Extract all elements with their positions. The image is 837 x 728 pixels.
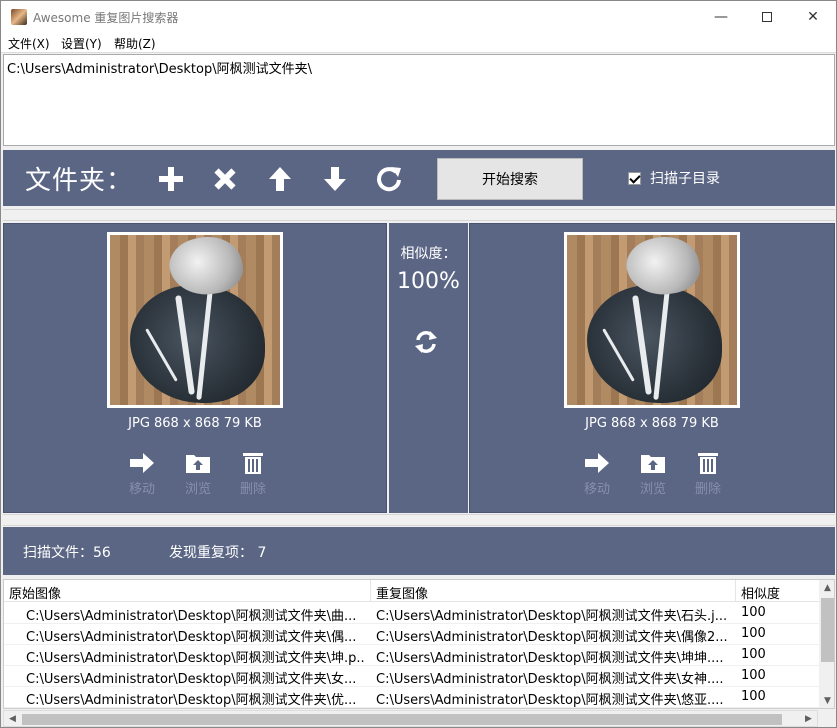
menu-settings[interactable]: 设置(Y) (61, 35, 102, 52)
refresh-icon[interactable] (374, 164, 404, 194)
column-header-duplicate[interactable]: 重复图像 (371, 580, 736, 602)
table-row[interactable]: C:\Users\Administrator\Desktop\阿枫测试文件夹\偶… (4, 624, 819, 645)
scroll-left-arrow-icon[interactable]: ◀ (4, 711, 21, 728)
rock-photo (567, 235, 737, 405)
duplicate-path-cell: C:\Users\Administrator\Desktop\阿枫测试文件夹\偶… (376, 630, 728, 645)
original-path-cell: C:\Users\Administrator\Desktop\阿枫测试文件夹\曲… (26, 609, 357, 624)
move-down-icon[interactable] (320, 164, 350, 194)
minimize-button[interactable]: — (698, 1, 744, 33)
original-path-cell: C:\Users\Administrator\Desktop\阿枫测试文件夹\女… (26, 672, 357, 687)
rock-photo (110, 235, 280, 405)
table-row[interactable]: C:\Users\Administrator\Desktop\阿枫测试文件夹\优… (4, 687, 819, 708)
similarity-cell: 100 (741, 647, 766, 662)
title-bar[interactable]: Awesome 重复图片搜索器 — ✕ (1, 1, 836, 33)
swap-icon[interactable] (413, 329, 439, 355)
results-table: 原始图像 重复图像 相似度 C:\Users\Administrator\Des… (3, 579, 835, 709)
similarity-cell: 100 (741, 668, 766, 683)
browse-label: 浏览 (639, 482, 666, 497)
start-search-button[interactable]: 开始搜索 (437, 158, 583, 200)
scroll-up-arrow-icon[interactable]: ▲ (819, 580, 834, 597)
scroll-down-arrow-icon[interactable]: ▼ (819, 693, 834, 708)
app-icon (11, 9, 27, 25)
window-title: Awesome 重复图片搜索器 (33, 11, 179, 25)
menu-help[interactable]: 帮助(Z) (114, 35, 156, 52)
similarity-cell: 100 (741, 689, 766, 704)
original-image-info: JPG 868 x 868 79 KB (128, 416, 262, 431)
menu-file[interactable]: 文件(X) (8, 35, 50, 52)
original-path-cell: C:\Users\Administrator\Desktop\阿枫测试文件夹\坤… (26, 651, 366, 666)
folder-list-item[interactable]: C:\Users\Administrator\Desktop\阿枫测试文件夹\ (7, 58, 831, 77)
trash-icon (698, 453, 718, 474)
remove-icon[interactable] (210, 164, 240, 194)
move-up-icon[interactable] (265, 164, 295, 194)
close-button[interactable]: ✕ (790, 1, 836, 33)
duplicate-path-cell: C:\Users\Administrator\Desktop\阿枫测试文件夹\女… (376, 672, 724, 687)
browse-button-left[interactable]: 浏览 (173, 452, 223, 497)
similarity-value: 100% (397, 269, 460, 294)
similarity-cell: 100 (741, 626, 766, 641)
maximize-button[interactable] (744, 1, 790, 33)
similarity-cell: 100 (741, 605, 766, 620)
original-image-thumbnail[interactable] (107, 232, 283, 408)
scroll-right-arrow-icon[interactable]: ▶ (800, 711, 817, 728)
folder-toolbar: 文件夹： 开始搜索 扫描子目录 (3, 150, 835, 206)
duplicate-path-cell: C:\Users\Administrator\Desktop\阿枫测试文件夹\石… (376, 609, 728, 624)
folder-list[interactable]: C:\Users\Administrator\Desktop\阿枫测试文件夹\ (3, 54, 835, 146)
move-button-right[interactable]: 移动 (572, 452, 622, 497)
scan-subdirectories-label: 扫描子目录 (650, 171, 720, 187)
original-path-cell: C:\Users\Administrator\Desktop\阿枫测试文件夹\优… (26, 693, 357, 708)
column-header-original[interactable]: 原始图像 (4, 580, 371, 602)
duplicate-image-info: JPG 868 x 868 79 KB (585, 416, 719, 431)
duplicates-found-count: 发现重复项： 7 (169, 545, 267, 561)
move-label: 移动 (128, 482, 155, 497)
separator (3, 209, 835, 221)
move-label: 移动 (583, 482, 610, 497)
folder-upload-icon (186, 455, 210, 473)
folder-label: 文件夹： (25, 166, 134, 196)
duplicate-path-cell: C:\Users\Administrator\Desktop\阿枫测试文件夹\悠… (376, 693, 724, 708)
maximize-icon (762, 12, 772, 22)
horizontal-scrollbar[interactable]: ◀ ▶ (3, 710, 818, 727)
duplicate-image-thumbnail[interactable] (564, 232, 740, 408)
move-icon (130, 453, 154, 473)
delete-label: 删除 (239, 482, 266, 497)
browse-label: 浏览 (184, 482, 211, 497)
browse-button-right[interactable]: 浏览 (628, 452, 678, 497)
scan-subdirectories-checkbox[interactable] (628, 171, 641, 185)
vertical-scrollbar[interactable]: ▲ ▼ (819, 580, 834, 708)
table-row[interactable]: C:\Users\Administrator\Desktop\阿枫测试文件夹\坤… (4, 645, 819, 666)
table-row[interactable]: C:\Users\Administrator\Desktop\阿枫测试文件夹\女… (4, 666, 819, 687)
similarity-panel: 相似度： 100% (389, 223, 468, 513)
vertical-scroll-thumb[interactable] (821, 598, 834, 662)
delete-button-left[interactable]: 删除 (228, 452, 278, 497)
original-image-panel: JPG 868 x 868 79 KB 移动 浏览 删除 (3, 223, 387, 513)
scanned-files-count: 扫描文件：56 (23, 545, 111, 561)
add-icon[interactable] (156, 164, 186, 194)
duplicate-path-cell: C:\Users\Administrator\Desktop\阿枫测试文件夹\坤… (376, 651, 724, 666)
table-row[interactable]: C:\Users\Administrator\Desktop\阿枫测试文件夹\曲… (4, 603, 819, 624)
column-header-similarity[interactable]: 相似度 (736, 580, 819, 602)
separator (3, 514, 835, 526)
scan-subdirectories-option[interactable]: 扫描子目录 (628, 168, 720, 188)
move-icon (585, 453, 609, 473)
move-button-left[interactable]: 移动 (117, 452, 167, 497)
horizontal-scroll-thumb[interactable] (22, 714, 782, 725)
table-header: 原始图像 重复图像 相似度 (4, 580, 819, 602)
folder-upload-icon (641, 455, 665, 473)
scan-status-bar: 扫描文件：56 发现重复项： 7 (3, 527, 835, 575)
original-path-cell: C:\Users\Administrator\Desktop\阿枫测试文件夹\偶… (26, 630, 357, 645)
app-window: Awesome 重复图片搜索器 — ✕ 文件(X) 设置(Y) 帮助(Z) C:… (0, 0, 837, 728)
delete-button-right[interactable]: 删除 (683, 452, 733, 497)
menu-bar: 文件(X) 设置(Y) 帮助(Z) (1, 33, 836, 53)
similarity-label: 相似度： (400, 246, 457, 262)
duplicate-image-panel: JPG 868 x 868 79 KB 移动 浏览 删除 (469, 223, 835, 513)
trash-icon (243, 453, 263, 474)
delete-label: 删除 (694, 482, 721, 497)
